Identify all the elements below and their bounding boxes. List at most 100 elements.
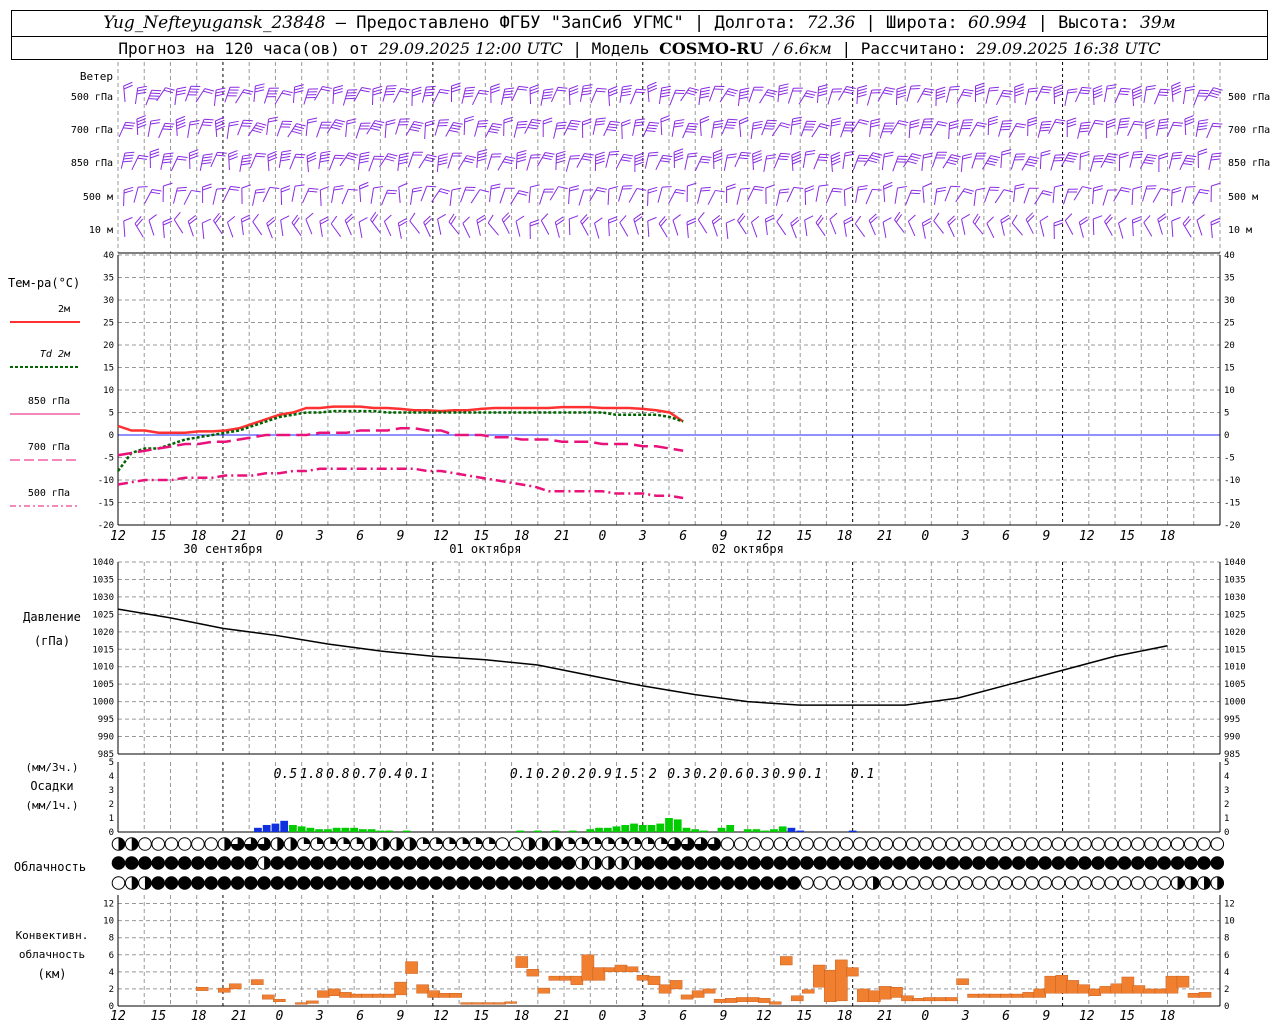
wind-barb-flag	[1014, 83, 1024, 88]
wind-barb-staff	[134, 87, 139, 104]
precip-total-label: 0.2	[562, 767, 586, 782]
wind-barb	[712, 149, 723, 170]
wind-barb-staff	[947, 222, 955, 238]
wind-barb	[868, 213, 878, 236]
wind-barb-flag	[305, 212, 314, 220]
wind-barb	[830, 151, 841, 172]
conv-bar	[691, 990, 705, 998]
cloud-symbol	[853, 837, 867, 851]
cloud-symbol	[138, 837, 152, 851]
wind-barb	[1171, 216, 1181, 238]
wind-barb-flag	[438, 159, 448, 163]
wind-barb-flag	[936, 86, 946, 91]
wind-barb-flag	[871, 89, 882, 91]
wind-barb-staff	[484, 123, 494, 138]
wind-barb-staff	[881, 153, 885, 170]
precip-ytick-right: 2	[1224, 800, 1229, 810]
cloud-symbol	[1038, 837, 1052, 851]
wind-barb-flag	[779, 191, 789, 194]
wind-barb-staff	[894, 187, 899, 204]
temp-ytick-left: 35	[103, 274, 114, 284]
wind-barb-flag	[124, 151, 135, 154]
cloud-overcast-icon	[786, 876, 801, 890]
precip-total-label: 1.8	[300, 767, 324, 782]
cloud-symbol	[151, 876, 166, 890]
cloud-symbol	[310, 837, 324, 851]
wind-barb-flag	[1197, 95, 1207, 97]
cloud-symbol	[363, 837, 377, 851]
pres-ytick-left: 1000	[92, 698, 114, 708]
cloud-clear-icon	[958, 837, 973, 851]
precip-bar	[350, 827, 359, 832]
wind-barb	[253, 83, 265, 102]
wind-barb	[1113, 187, 1131, 202]
conv-ytick-right: 10	[1224, 917, 1235, 927]
wind-barb-flag	[1015, 153, 1026, 155]
wind-barb-staff	[942, 154, 952, 169]
wind-barb-staff	[1204, 87, 1214, 102]
cloud-overcast-icon	[905, 856, 920, 870]
conv-hour-label: 21	[877, 1009, 893, 1024]
wind-barb-flag	[1053, 160, 1064, 162]
conv-hour-label: 0	[921, 1009, 929, 1024]
precip-bar	[726, 825, 735, 832]
wind-barb-flag	[216, 187, 227, 190]
precip-bar	[612, 826, 621, 832]
wind-barb-flag	[189, 88, 200, 90]
wind-barb-flag	[242, 154, 253, 157]
wind-barb	[734, 151, 751, 168]
cloud-symbol	[853, 876, 867, 890]
wind-barb	[276, 120, 293, 137]
wind-barb-staff	[840, 122, 847, 138]
wind-barb-staff	[1025, 219, 1034, 234]
wind-barb-staff	[802, 151, 807, 168]
wind-barb-flag	[1093, 188, 1103, 192]
wind-barb	[342, 89, 358, 106]
cloud-symbol	[627, 837, 642, 851]
cloud-symbol	[283, 837, 298, 851]
cloud-clear-icon	[1091, 837, 1105, 851]
wind-barb-staff	[239, 155, 244, 172]
cloud-clear-icon	[1157, 837, 1172, 851]
temp-series-1	[116, 409, 684, 472]
wind-barb-flag	[437, 213, 447, 220]
precip-ytick-left: 0	[109, 828, 114, 838]
wind-barb-staff	[291, 185, 296, 202]
cloud-half-icon	[396, 837, 403, 851]
cloud-quarter-icon	[489, 837, 496, 844]
wind-barb-flag	[621, 90, 631, 94]
cloud-half-icon	[1204, 876, 1211, 890]
wind-barb-staff	[737, 89, 741, 106]
wind-barb-flag	[831, 123, 841, 127]
cloud-overcast-icon	[257, 876, 271, 890]
cloud-symbol	[548, 876, 563, 890]
wind-barb	[1037, 120, 1052, 138]
wind-barb-flag	[922, 124, 933, 126]
cloud-symbol	[217, 876, 232, 890]
wind-barb	[184, 85, 201, 102]
wind-barb-flag	[989, 86, 999, 89]
temp-title: Тем-ра(°С)	[8, 276, 80, 290]
wind-barb-flag	[1039, 215, 1049, 222]
cloud-symbol	[667, 856, 682, 870]
wind-barb-flag	[662, 186, 672, 188]
conv-bar	[735, 997, 749, 1002]
wind-barb	[673, 148, 684, 169]
wind-barb-flag	[1014, 86, 1024, 91]
wind-barb-flag	[1040, 152, 1051, 157]
cloud-overcast-icon	[1197, 856, 1211, 870]
wind-barb-staff	[263, 88, 270, 104]
conv-ytick-right: 12	[1224, 900, 1235, 910]
wind-barb	[187, 120, 200, 138]
wind-barb	[513, 120, 528, 138]
wind-barb-staff	[1171, 189, 1173, 207]
wind-barb-flag	[569, 91, 579, 96]
wind-barb	[319, 216, 329, 237]
wind-barb-flag	[307, 91, 318, 93]
wind-barb-staff	[1143, 86, 1147, 103]
wind-barb-staff	[305, 119, 309, 136]
wind-barb-flag	[544, 188, 554, 190]
conv-hour-label: 3	[961, 1009, 970, 1024]
conv-bar	[945, 997, 958, 1002]
cloud-half-icon	[634, 856, 642, 870]
